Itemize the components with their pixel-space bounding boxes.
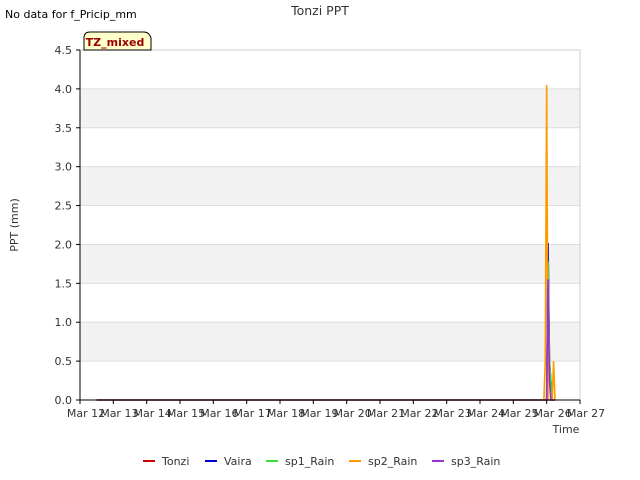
y-tick-label: 2.5 [55, 200, 73, 213]
nodata-note: No data for f_Pricip_mm [5, 8, 137, 21]
y-tick-label: 0.5 [55, 355, 73, 368]
y-tick-label: 1.5 [55, 277, 73, 290]
legend-label: sp1_Rain [285, 455, 334, 468]
x-axis-ticks: Mar 12Mar 13Mar 14Mar 15Mar 16Mar 17Mar … [67, 400, 605, 420]
plot-band [80, 244, 580, 284]
legend-item: sp3_Rain [432, 455, 500, 468]
x-tick-label: Mar 27 [567, 407, 605, 420]
site-badge-label: TZ_mixed [86, 36, 145, 49]
legend-label: Vaira [224, 455, 252, 468]
chart-title: Tonzi PPT [290, 3, 349, 18]
plot-band [80, 322, 580, 362]
plot-band [80, 50, 580, 89]
legend-label: sp3_Rain [451, 455, 500, 468]
y-tick-label: 4.5 [55, 44, 73, 57]
legend-item: sp1_Rain [266, 455, 334, 468]
legend-item: sp2_Rain [349, 455, 417, 468]
site-badge: TZ_mixed [83, 31, 152, 51]
y-tick-label: 0.0 [55, 394, 73, 407]
legend: Tonzi Vaira sp1_Rain sp2_Rain sp3_Rain [143, 455, 500, 468]
y-tick-label: 3.5 [55, 122, 73, 135]
plot-band [80, 88, 580, 128]
y-tick-label: 2.0 [55, 238, 73, 251]
y-tick-label: 3.0 [55, 161, 73, 174]
plot-band [80, 127, 580, 167]
plot-background-bands [80, 50, 580, 400]
chart: No data for f_Pricip_mm Tonzi PPT 0.0 0.5… [5, 3, 605, 468]
y-axis-ticks: 0.0 0.5 1.0 1.5 2.0 2.5 3.0 3.5 4.0 4.5 [55, 44, 80, 407]
y-tick-label: 1.0 [55, 316, 73, 329]
plot-band [80, 166, 580, 206]
plot-band [80, 283, 580, 323]
x-axis-label: Time [552, 423, 580, 436]
y-tick-label: 4.0 [55, 83, 73, 96]
legend-item: Vaira [205, 455, 252, 468]
legend-label: sp2_Rain [368, 455, 417, 468]
legend-label: Tonzi [161, 455, 189, 468]
plot-band [80, 205, 580, 245]
legend-item: Tonzi [143, 455, 189, 468]
y-axis-label: PPT (mm) [8, 198, 21, 252]
plot-band [80, 361, 580, 400]
